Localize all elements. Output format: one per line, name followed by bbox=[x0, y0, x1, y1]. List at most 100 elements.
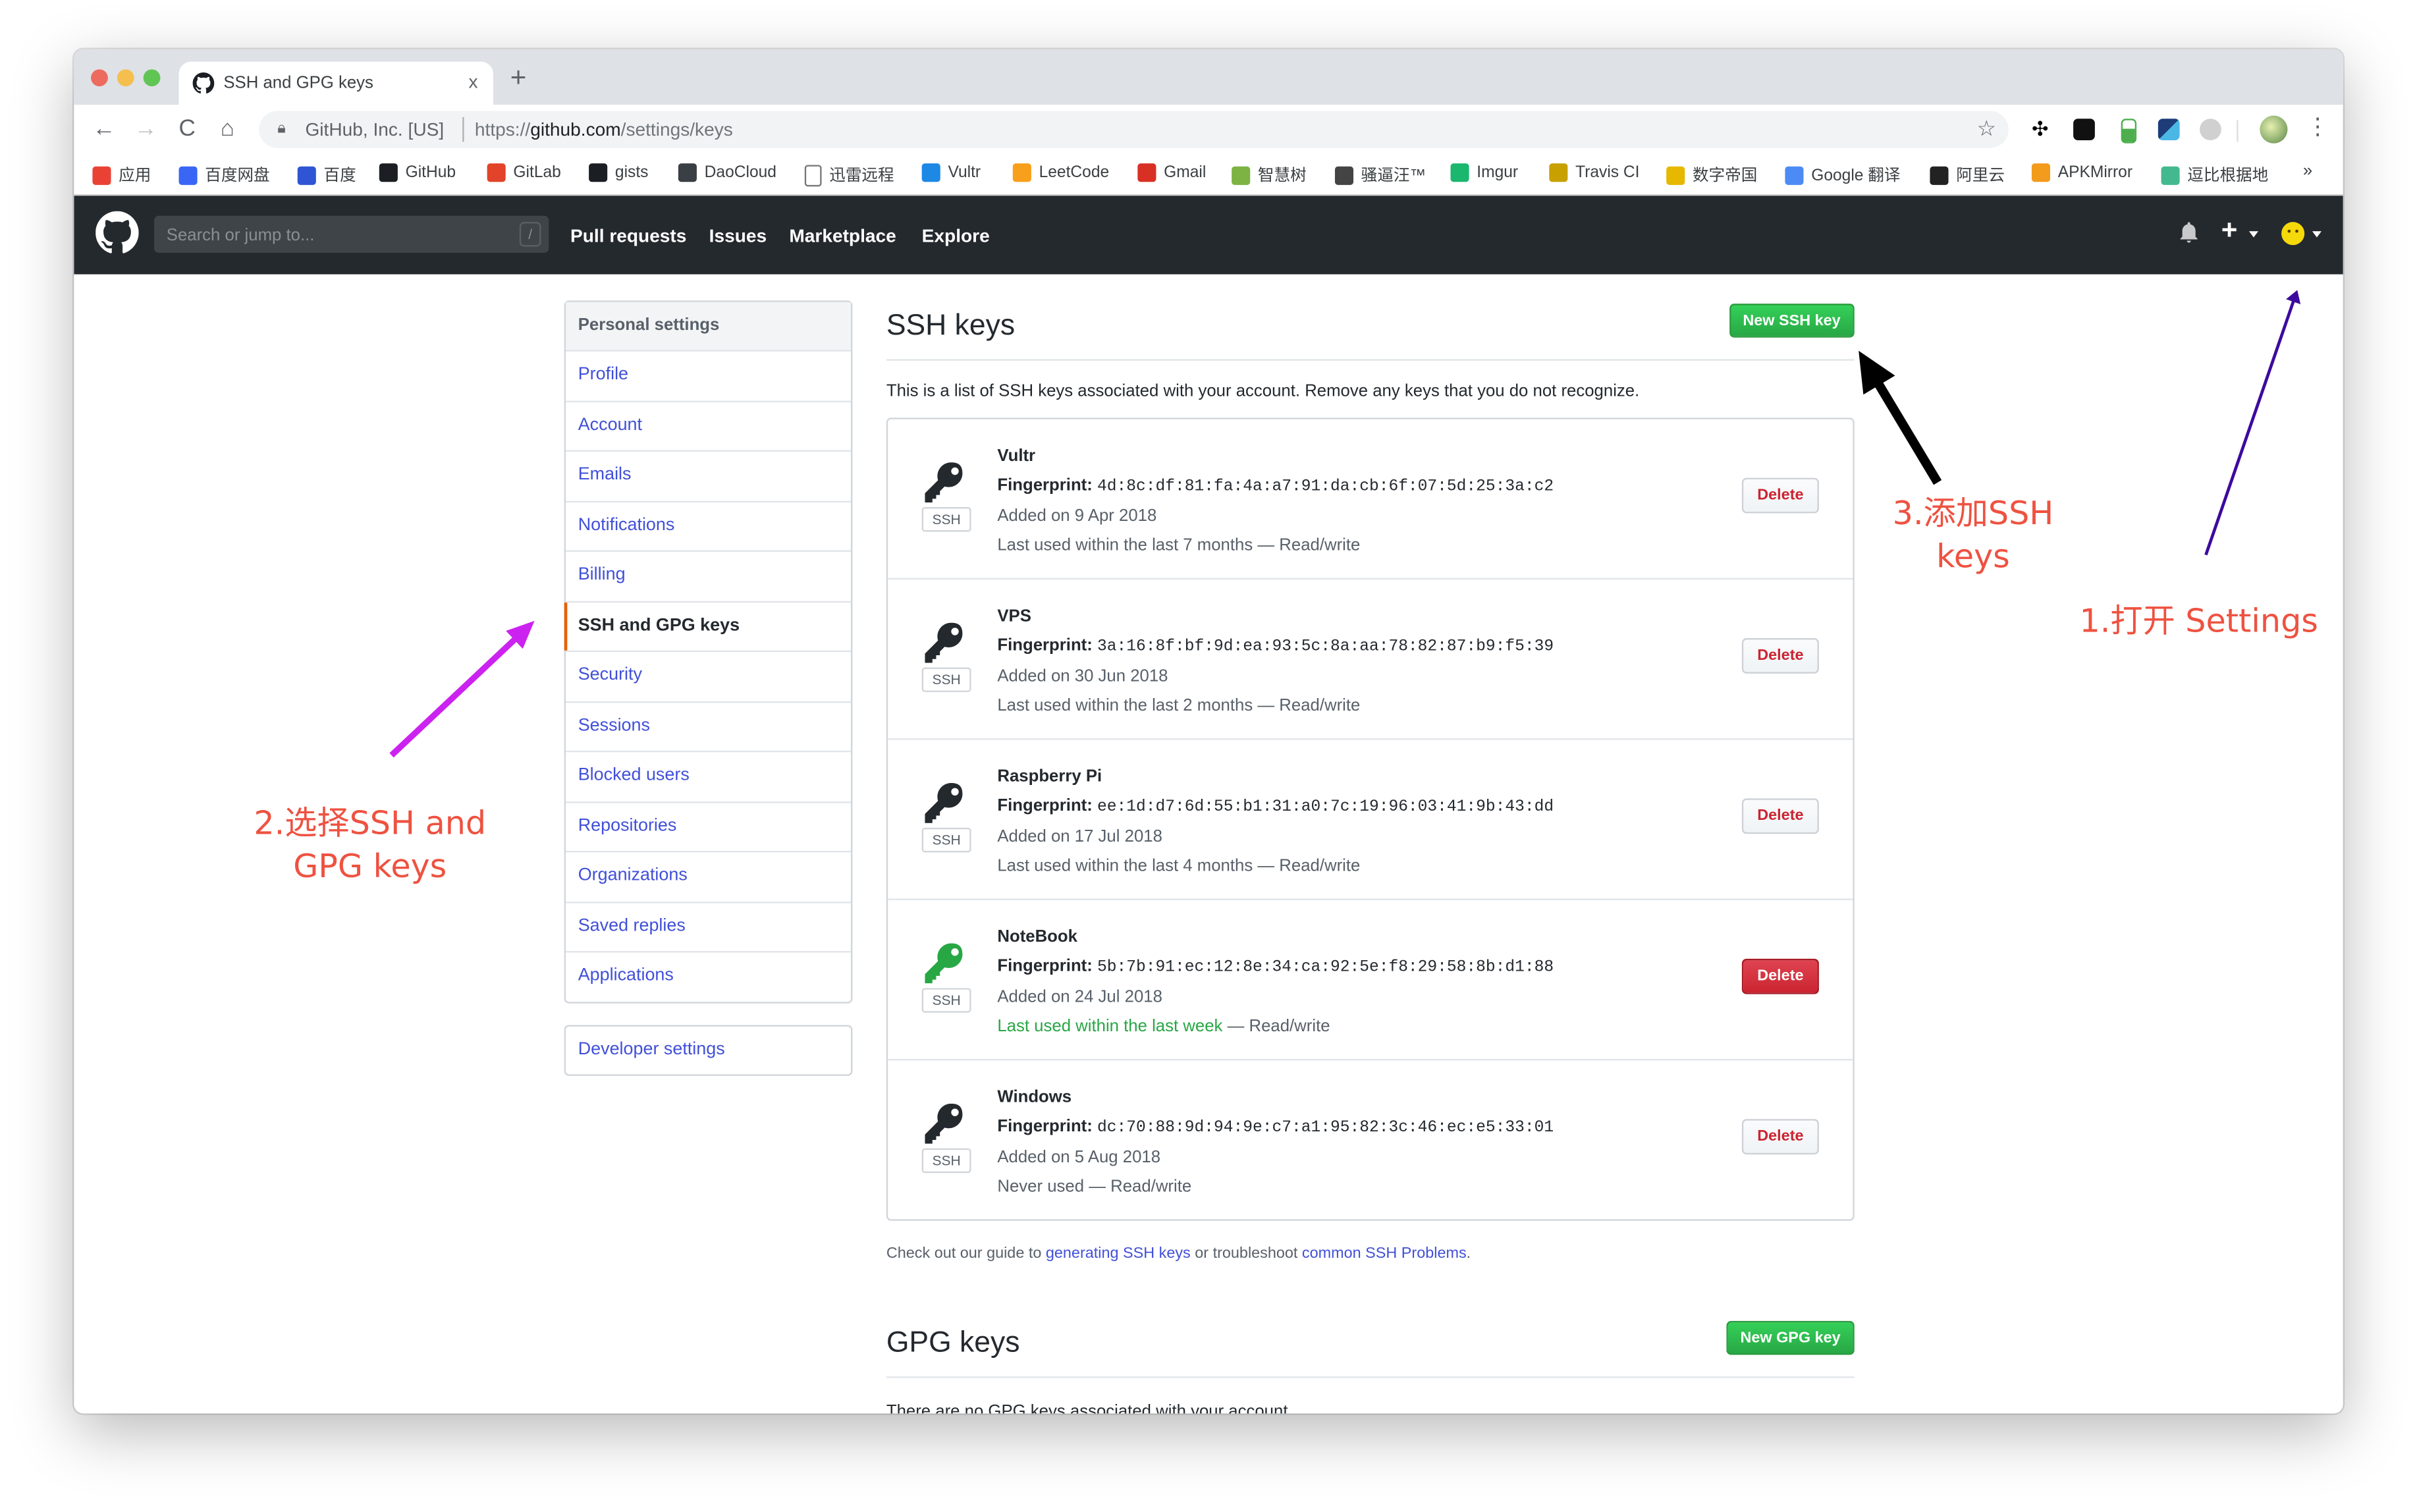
key-access: — Read/write bbox=[1253, 857, 1361, 876]
browser-window: SSH and GPG keys x + ← → C ⌂ 🔒︎ GitHub, … bbox=[74, 49, 2343, 1414]
stage: SSH and GPG keys x + ← → C ⌂ 🔒︎ GitHub, … bbox=[0, 0, 2417, 1512]
bookmark-item[interactable]: 阿里云 bbox=[1930, 163, 2005, 186]
bookmark-item[interactable]: Gmail bbox=[1137, 163, 1206, 182]
new-gpg-key-button[interactable]: New GPG key bbox=[1726, 1320, 1855, 1355]
address-bar[interactable]: 🔒︎ GitHub, Inc. [US] https://github.com/… bbox=[259, 111, 2009, 148]
bookmark-item[interactable]: Imgur bbox=[1450, 163, 1518, 182]
nav-pull-requests[interactable]: Pull requests bbox=[570, 225, 686, 247]
key-added-date: Added on 5 Aug 2018 bbox=[997, 1148, 1161, 1167]
user-menu-caret-icon bbox=[2312, 231, 2322, 238]
bookmark-label: 阿里云 bbox=[1956, 166, 2005, 185]
search-input[interactable] bbox=[163, 220, 509, 252]
ssh-key-list: SSH Vultr Fingerprint: 4d:8c:df:81:fa:4a:a… bbox=[886, 418, 1855, 1221]
home-button[interactable]: ⌂ bbox=[221, 117, 234, 142]
nav-explore[interactable]: Explore bbox=[922, 225, 990, 247]
hexagon-extension-icon[interactable] bbox=[2200, 119, 2221, 140]
minimize-window-button[interactable] bbox=[117, 69, 134, 87]
bookmark-item[interactable]: GitLab bbox=[487, 163, 561, 182]
common-ssh-problems-link[interactable]: common SSH Problems bbox=[1302, 1245, 1467, 1262]
profile-avatar[interactable] bbox=[2260, 115, 2288, 144]
sidebar-item-sessions[interactable]: Sessions bbox=[566, 702, 852, 753]
key-access: — Read/write bbox=[1084, 1177, 1192, 1197]
bookmark-item[interactable]: 百度网盘 bbox=[178, 163, 270, 186]
url-text[interactable]: https://github.com/settings/keys bbox=[475, 119, 733, 140]
sidebar-item-developer-settings[interactable]: Developer settings bbox=[566, 1026, 851, 1074]
bookmarks-overflow-button[interactable]: » bbox=[2303, 162, 2312, 180]
sidebar-item-account[interactable]: Account bbox=[566, 402, 852, 452]
github-logo-icon[interactable] bbox=[95, 211, 139, 255]
gnome-foot-extension-icon[interactable]: ✣ bbox=[2032, 118, 2053, 140]
gpg-keys-title: GPG keys bbox=[886, 1327, 1020, 1360]
key-last-used: Last used within the last 4 months bbox=[997, 857, 1253, 876]
key-fingerprint-line: Fingerprint: dc:70:88:9d:94:9e:c7:a1:95:… bbox=[997, 1113, 1554, 1144]
bookmark-item[interactable]: gists bbox=[589, 163, 648, 182]
new-ssh-key-button[interactable]: New SSH key bbox=[1729, 304, 1855, 338]
key-details: NoteBook Fingerprint: 5b:7b:91:ec:12:8e:3… bbox=[997, 923, 1554, 1042]
delete-key-button[interactable]: Delete bbox=[1741, 638, 1819, 674]
bookmark-item[interactable]: 智慧树 bbox=[1232, 163, 1307, 186]
settings-sidebar: Personal settings Profile Account Emails No… bbox=[564, 300, 853, 1075]
bookmark-item[interactable]: DaoCloud bbox=[678, 163, 776, 182]
bookmark-item[interactable]: Travis CI bbox=[1549, 163, 1640, 182]
bookmark-item[interactable]: Google 翻译 bbox=[1785, 163, 1900, 186]
translate-extension-icon[interactable] bbox=[2158, 119, 2180, 140]
user-avatar[interactable] bbox=[2281, 222, 2305, 246]
gpg-empty-text: There are no GPG keys associated with yo… bbox=[886, 1402, 1293, 1414]
fingerprint-label: Fingerprint: bbox=[997, 957, 1093, 976]
browser-menu-icon[interactable]: ⋮ bbox=[2306, 115, 2329, 140]
sidebar-item-blocked-users[interactable]: Blocked users bbox=[566, 752, 852, 803]
generating-ssh-keys-link[interactable]: generating SSH keys bbox=[1046, 1245, 1191, 1262]
sidebar-item-ssh-and-gpg-keys[interactable]: SSH and GPG keys bbox=[564, 602, 852, 653]
new-tab-button[interactable]: + bbox=[510, 63, 527, 91]
key-details: Vultr Fingerprint: 4d:8c:df:81:fa:4a:a7:9… bbox=[997, 443, 1554, 561]
forward-button[interactable]: → bbox=[134, 117, 157, 142]
bookmark-item[interactable]: APKMirror bbox=[2031, 163, 2132, 182]
sidebar-item-billing[interactable]: Billing bbox=[566, 552, 852, 603]
bookmark-star-icon[interactable]: ☆ bbox=[1977, 116, 1996, 142]
download-extension-icon[interactable] bbox=[2121, 119, 2137, 144]
key-added-date: Added on 17 Jul 2018 bbox=[997, 827, 1162, 846]
bookmark-label: 百度网盘 bbox=[205, 166, 270, 185]
close-window-button[interactable] bbox=[91, 69, 108, 87]
bookmark-item[interactable]: LeetCode bbox=[1012, 163, 1109, 182]
sidebar-item-saved-replies[interactable]: Saved replies bbox=[566, 902, 852, 953]
nav-issues[interactable]: Issues bbox=[709, 225, 767, 247]
bookmark-item[interactable]: 逗比根据地 bbox=[2161, 163, 2268, 186]
sidebar-item-applications[interactable]: Applications bbox=[566, 952, 851, 1001]
bookmark-item[interactable]: 骚逼汪™ bbox=[1334, 163, 1426, 186]
gmail-icon bbox=[1137, 163, 1156, 182]
key-added-date: Added on 24 Jul 2018 bbox=[997, 988, 1162, 1007]
bookmark-item[interactable]: GitHub bbox=[379, 163, 456, 182]
sidebar-item-repositories[interactable]: Repositories bbox=[566, 802, 852, 853]
delete-key-button[interactable]: Delete bbox=[1741, 798, 1819, 834]
delete-key-button[interactable]: Delete bbox=[1741, 1119, 1819, 1155]
bookmark-item[interactable]: 数字帝国 bbox=[1666, 163, 1757, 186]
sidebar-item-notifications[interactable]: Notifications bbox=[566, 502, 852, 552]
key-usage-line: Last used within the last 7 months — Rea… bbox=[997, 532, 1554, 561]
delete-key-button[interactable]: Delete bbox=[1741, 477, 1819, 514]
reload-button[interactable]: C bbox=[179, 117, 196, 142]
personal-settings-menu: Personal settings Profile Account Emails No… bbox=[564, 300, 853, 1003]
tab-ssh-and-gpg-keys[interactable]: SSH and GPG keys x bbox=[178, 61, 493, 105]
bookmark-item[interactable]: Vultr bbox=[921, 163, 981, 182]
sidebar-item-emails[interactable]: Emails bbox=[566, 452, 852, 502]
notifications-bell-icon[interactable] bbox=[2180, 222, 2198, 244]
bookmark-item[interactable]: 迅雷远程 bbox=[804, 163, 894, 186]
bookmark-item[interactable]: 应用 bbox=[92, 163, 151, 186]
bookmark-label: 迅雷远程 bbox=[829, 166, 894, 185]
create-new-button[interactable]: + bbox=[2221, 214, 2238, 245]
sidebar-item-organizations[interactable]: Organizations bbox=[566, 852, 852, 903]
tampermonkey-extension-icon[interactable] bbox=[2073, 119, 2095, 140]
sidebar-item-profile[interactable]: Profile bbox=[566, 352, 852, 402]
maximize-window-button[interactable] bbox=[143, 69, 161, 87]
key-fingerprint-line: Fingerprint: 5b:7b:91:ec:12:8e:34:ca:92:… bbox=[997, 952, 1554, 983]
sidebar-item-security[interactable]: Security bbox=[566, 652, 852, 703]
bookmark-label: GitLab bbox=[513, 163, 561, 182]
bookmark-item[interactable]: 百度 bbox=[297, 163, 356, 186]
back-button[interactable]: ← bbox=[92, 117, 115, 142]
nav-marketplace[interactable]: Marketplace bbox=[789, 225, 896, 247]
github-icon bbox=[379, 163, 398, 182]
delete-key-button[interactable]: Delete bbox=[1741, 958, 1819, 994]
ssh-type-label: SSH bbox=[921, 1148, 971, 1174]
tab-close-icon[interactable]: x bbox=[469, 71, 478, 93]
